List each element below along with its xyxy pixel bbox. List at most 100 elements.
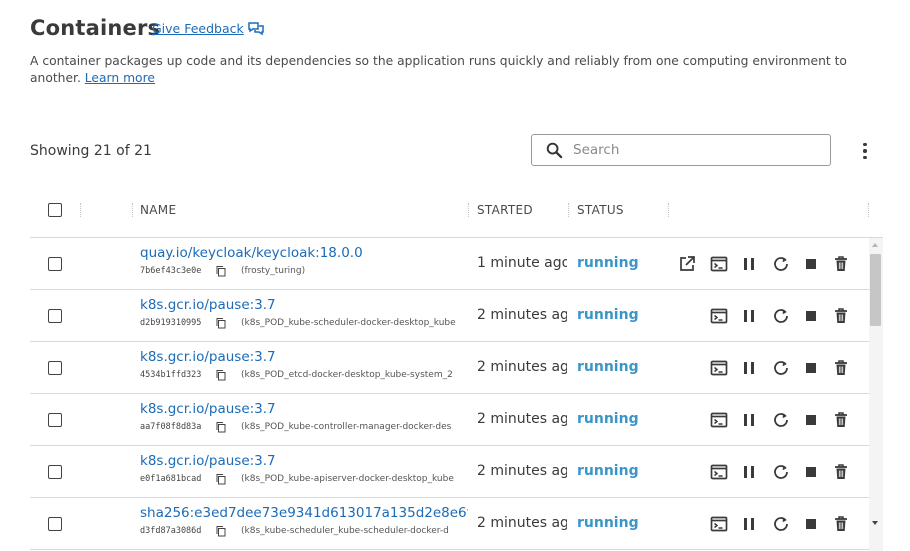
restart-icon[interactable] <box>771 410 791 430</box>
restart-icon[interactable] <box>771 514 791 534</box>
trash-icon[interactable] <box>831 410 851 430</box>
pause-icon[interactable] <box>739 410 759 430</box>
scrollbar-thumb[interactable] <box>870 254 881 326</box>
column-separator <box>468 203 469 217</box>
started-time: 2 minutes ago <box>477 463 567 479</box>
container-id: 4534b1ffd323 <box>140 370 202 380</box>
scroll-down-arrow[interactable] <box>872 521 878 525</box>
table-row[interactable]: sha256:e3ed7dee73e9341d613017a135d2e8e6f… <box>30 498 869 550</box>
status-badge: running <box>577 307 639 323</box>
copy-icon[interactable] <box>215 265 227 277</box>
container-meta: 7b6ef43c3e0e (frosty_turing) <box>140 265 468 277</box>
column-separator <box>668 203 669 217</box>
container-image-link[interactable]: k8s.gcr.io/pause:3.7 <box>140 348 468 366</box>
terminal-icon[interactable] <box>709 358 729 378</box>
pause-icon[interactable] <box>739 514 759 534</box>
container-image-link[interactable]: sha256:e3ed7dee73e9341d613017a135d2e8e6f… <box>140 504 468 522</box>
column-header-status[interactable]: STATUS <box>577 203 624 217</box>
column-separator <box>80 203 81 217</box>
row-checkbox[interactable] <box>48 309 62 323</box>
trash-icon[interactable] <box>831 462 851 482</box>
row-checkbox[interactable] <box>48 361 62 375</box>
copy-icon[interactable] <box>215 525 227 537</box>
copy-icon[interactable] <box>215 369 227 381</box>
stop-icon[interactable] <box>801 306 821 326</box>
container-name: (k8s_kube-scheduler_kube-scheduler-docke… <box>241 526 449 536</box>
search-input[interactable] <box>573 142 813 158</box>
restart-icon[interactable] <box>771 306 791 326</box>
row-checkbox[interactable] <box>48 465 62 479</box>
kebab-dot <box>863 143 867 147</box>
stop-icon[interactable] <box>801 462 821 482</box>
trash-icon[interactable] <box>831 358 851 378</box>
container-image-link[interactable]: k8s.gcr.io/pause:3.7 <box>140 452 468 470</box>
table-row[interactable]: k8s.gcr.io/pause:3.7 4534b1ffd323 (k8s_POD… <box>30 342 869 394</box>
restart-icon[interactable] <box>771 254 791 274</box>
showing-count: Showing 21 of 21 <box>30 143 152 159</box>
select-all-checkbox[interactable] <box>48 203 62 217</box>
learn-more-link[interactable]: Learn more <box>85 71 155 85</box>
pause-icon[interactable] <box>739 254 759 274</box>
containers-table-body: quay.io/keycloak/keycloak:18.0.0 7b6ef43c… <box>30 238 869 551</box>
status-badge: running <box>577 255 639 271</box>
container-name: (k8s_POD_kube-scheduler-docker-desktop_k… <box>241 318 456 328</box>
terminal-icon[interactable] <box>709 462 729 482</box>
kebab-dot <box>863 155 867 159</box>
container-name-cell: sha256:e3ed7dee73e9341d613017a135d2e8e6f… <box>140 504 468 537</box>
status-badge: running <box>577 463 639 479</box>
give-feedback-link[interactable]: Give Feedback <box>152 21 264 36</box>
search-box[interactable] <box>531 134 831 166</box>
trash-icon[interactable] <box>831 514 851 534</box>
container-id: d3fd87a3086d <box>140 526 202 536</box>
restart-icon[interactable] <box>771 358 791 378</box>
container-meta: d2b919310995 (k8s_POD_kube-scheduler-dock… <box>140 317 468 329</box>
column-separator <box>568 203 569 217</box>
page-title: Containers <box>30 16 161 40</box>
pause-icon[interactable] <box>739 358 759 378</box>
container-meta: e0f1a681bcad (k8s_POD_kube-apiserver-dock… <box>140 473 468 485</box>
copy-icon[interactable] <box>215 317 227 329</box>
stop-icon[interactable] <box>801 254 821 274</box>
column-header-name[interactable]: NAME <box>140 203 176 217</box>
container-meta: d3fd87a3086d (k8s_kube-scheduler_kube-sch… <box>140 525 468 537</box>
container-image-link[interactable]: k8s.gcr.io/pause:3.7 <box>140 400 468 418</box>
stop-icon[interactable] <box>801 358 821 378</box>
container-image-link[interactable]: k8s.gcr.io/pause:3.7 <box>140 296 468 314</box>
container-image-link[interactable]: quay.io/keycloak/keycloak:18.0.0 <box>140 244 468 262</box>
column-header-started[interactable]: STARTED <box>477 203 533 217</box>
container-name: (k8s_POD_etcd-docker-desktop_kube-system… <box>241 370 453 380</box>
copy-icon[interactable] <box>215 473 227 485</box>
row-checkbox[interactable] <box>48 413 62 427</box>
container-id: e0f1a681bcad <box>140 474 202 484</box>
table-row[interactable]: k8s.gcr.io/pause:3.7 e0f1a681bcad (k8s_POD… <box>30 446 869 498</box>
terminal-icon[interactable] <box>709 254 729 274</box>
open-in-browser-icon[interactable] <box>677 254 697 274</box>
table-row[interactable]: k8s.gcr.io/pause:3.7 aa7f08f8d83a (k8s_POD… <box>30 394 869 446</box>
copy-icon[interactable] <box>215 421 227 433</box>
container-name-cell: k8s.gcr.io/pause:3.7 e0f1a681bcad (k8s_POD… <box>140 452 468 485</box>
column-separator <box>132 203 133 217</box>
container-name-cell: quay.io/keycloak/keycloak:18.0.0 7b6ef43c… <box>140 244 468 277</box>
container-meta: aa7f08f8d83a (k8s_POD_kube-controller-man… <box>140 421 468 433</box>
table-header: NAME STARTED STATUS <box>30 196 883 238</box>
started-time: 2 minutes ago <box>477 411 567 427</box>
pause-icon[interactable] <box>739 462 759 482</box>
terminal-icon[interactable] <box>709 306 729 326</box>
trash-icon[interactable] <box>831 306 851 326</box>
terminal-icon[interactable] <box>709 514 729 534</box>
trash-icon[interactable] <box>831 254 851 274</box>
scroll-up-arrow[interactable] <box>872 243 878 247</box>
search-icon <box>546 142 563 158</box>
row-checkbox[interactable] <box>48 517 62 531</box>
stop-icon[interactable] <box>801 410 821 430</box>
table-row[interactable]: k8s.gcr.io/pause:3.7 d2b919310995 (k8s_POD… <box>30 290 869 342</box>
stop-icon[interactable] <box>801 514 821 534</box>
terminal-icon[interactable] <box>709 410 729 430</box>
table-row[interactable]: quay.io/keycloak/keycloak:18.0.0 7b6ef43c… <box>30 238 869 290</box>
row-checkbox[interactable] <box>48 257 62 271</box>
restart-icon[interactable] <box>771 462 791 482</box>
container-id: d2b919310995 <box>140 318 202 328</box>
container-meta: 4534b1ffd323 (k8s_POD_etcd-docker-desktop… <box>140 369 468 381</box>
more-options-button[interactable] <box>858 141 872 161</box>
pause-icon[interactable] <box>739 306 759 326</box>
